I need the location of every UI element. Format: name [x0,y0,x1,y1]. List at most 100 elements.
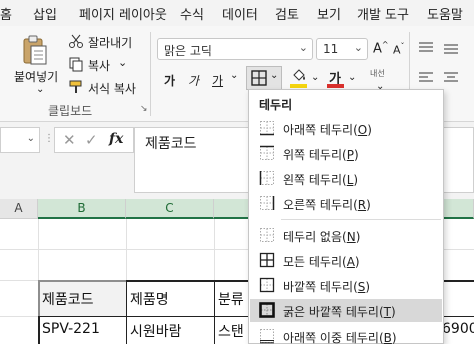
cell-c-row1[interactable]: 시원바람 [130,321,182,341]
border-outside-icon [259,277,275,293]
font-color-button[interactable]: 가 [327,68,347,90]
paste-button-label[interactable]: 붙여넣기 [14,68,58,85]
cancel-icon[interactable]: ✕ [63,131,76,149]
cell-b-header[interactable]: 제품코드 [42,289,94,309]
paste-dropdown-icon[interactable]: ⌄ [36,84,44,95]
menu-item-label: 굵은 바깥쪽 테두리(T) [283,305,396,319]
formula-controls: ✕ ✓ fx [54,127,134,153]
increase-font-icon[interactable]: A^ [373,40,389,56]
chevron-down-icon: ⌄ [26,133,35,144]
menu-item-border-left[interactable]: 왼쪽 테두리(L) [250,167,442,190]
align-top-icon[interactable] [418,40,434,56]
check-icon[interactable]: ✓ [85,131,98,149]
font-color-swatch [327,84,344,88]
paint-bucket-icon [293,69,305,81]
menu-item-label: 오른쪽 테두리(R) [283,198,371,212]
chevron-down-icon: ⌄ [353,41,363,54]
tab-help[interactable]: 도움말 [427,4,463,23]
tab-data[interactable]: 데이터 [222,4,258,23]
border-right-icon [260,196,275,210]
border-left-icon [259,171,274,185]
menu-item-border-thick-outside[interactable]: 굵은 바깥쪽 테두리(T) [250,299,442,322]
menu-item-border-outside[interactable]: 바깥쪽 테두리(S) [250,274,442,297]
column-header-a[interactable]: A [0,199,38,219]
border-all-icon [259,252,275,268]
format-painter-button[interactable]: 서식 복사 [88,80,136,97]
chevron-down-icon: ⌄ [270,70,279,81]
border-menu: 테두리 아래쪽 테두리(O) 위쪽 테두리(P) 왼쪽 테두리(L) 오른쪽 테… [248,89,444,344]
menu-item-border-double-bottom[interactable]: 아래쪽 이중 테두리(B) [250,325,442,344]
border-double-bottom-icon [260,329,274,344]
menu-item-border-top[interactable]: 위쪽 테두리(P) [250,142,442,165]
cell-border [214,280,215,344]
column-header-b[interactable]: B [38,199,126,219]
font-name-value: 맑은 고딕 [164,44,212,58]
tab-page-layout[interactable]: 페이지 레이아웃 [79,4,167,23]
italic-button[interactable]: 가 [188,72,199,89]
chevron-down-icon: ⌄ [298,41,308,54]
cut-button[interactable]: 잘라내기 [88,34,132,51]
cell-partial-value[interactable]: 6900 [442,321,474,337]
menu-item-border-all[interactable]: 모든 테두리(A) [250,249,442,272]
phonetic-button[interactable]: 내선 [370,68,385,79]
font-size-select[interactable]: 11 ⌄ [316,38,368,60]
menu-item-label: 테두리 없음(N) [283,230,361,244]
align-middle-icon[interactable] [443,40,459,56]
paste-icon[interactable] [20,34,50,66]
more-icon: ⋮ [44,133,54,144]
align-left-icon[interactable] [418,70,434,86]
copy-dropdown-icon[interactable]: ⌄ [118,56,127,69]
cell-border [126,280,127,344]
column-header-c[interactable]: C [126,199,214,219]
menu-item-border-right[interactable]: 오른쪽 테두리(R) [250,192,442,215]
font-size-value: 11 [323,42,339,56]
font-name-select[interactable]: 맑은 고딕 ⌄ [157,38,313,60]
tab-insert[interactable]: 삽입 [33,4,57,23]
underline-dropdown-icon[interactable]: ⌄ [230,70,238,81]
menu-item-label: 왼쪽 테두리(L) [283,173,359,187]
menu-item-border-bottom[interactable]: 아래쪽 테두리(O) [250,117,442,140]
format-painter-icon[interactable] [68,79,84,95]
menu-item-label: 위쪽 테두리(P) [283,148,359,162]
fill-color-swatch [290,84,307,88]
tab-formulas[interactable]: 수식 [180,4,204,23]
align-center-icon[interactable] [443,70,459,86]
tab-home[interactable]: 홈 [0,4,12,23]
border-none-icon [260,228,274,242]
copy-button[interactable]: 복사 [88,57,110,74]
border-menu-title: 테두리 [259,98,293,112]
fill-color-button[interactable] [290,68,310,90]
underline-button[interactable]: 가 [212,72,223,89]
border-top-icon [260,145,274,160]
menu-item-border-none[interactable]: 테두리 없음(N) [250,224,442,247]
ribbon-tab-bar: 홈 삽입 페이지 레이아웃 수식 데이터 검토 보기 개발 도구 도움말 [0,0,474,26]
menu-separator [281,219,441,220]
menu-item-label: 바깥쪽 테두리(S) [283,280,371,294]
font-color-dropdown-icon[interactable]: ⌄ [348,72,356,83]
group-divider [150,32,151,116]
tab-developer[interactable]: 개발 도구 [357,4,409,23]
scissors-icon[interactable] [68,33,84,49]
cell-b-row1[interactable]: SPV-221 [42,321,100,337]
cell-c-header[interactable]: 제품명 [130,289,169,309]
menu-item-label: 아래쪽 테두리(O) [283,123,372,137]
cell-d-row1[interactable]: 스탠 [218,321,244,341]
fill-dropdown-icon[interactable]: ⌄ [311,72,319,83]
tab-view[interactable]: 보기 [317,4,341,23]
dialog-launcher-icon[interactable]: ↘ [140,104,148,114]
border-thick-outside-icon [259,302,275,318]
clipboard-group-label: 클립보드 [48,104,93,118]
formula-content: 제품코드 [145,136,197,152]
border-button[interactable]: ⌄ [246,66,282,90]
menu-item-label: 모든 테두리(A) [283,255,360,269]
cell-d-header[interactable]: 분류 [218,289,244,309]
name-box[interactable]: ⌄ [0,127,40,153]
border-bottom-icon [260,121,274,136]
bold-button[interactable]: 가 [164,72,175,89]
menu-item-label: 아래쪽 이중 테두리(B) [283,331,397,344]
tab-review[interactable]: 검토 [275,4,299,23]
decrease-font-icon[interactable]: Aˇ [393,42,405,57]
border-all-icon [251,70,267,86]
copy-icon[interactable] [68,56,84,72]
insert-function-icon[interactable]: fx [109,131,123,147]
